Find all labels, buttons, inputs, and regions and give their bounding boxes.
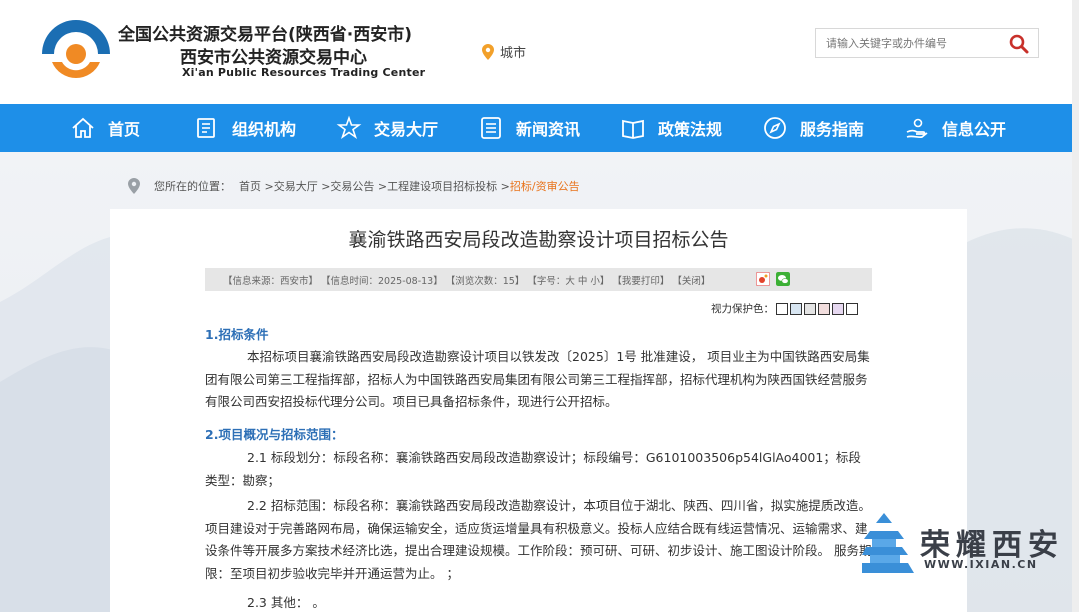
info-time: 【信息时间：2025-08-13】 [321, 275, 443, 287]
article-info-bar: 【信息来源：西安市】 【信息时间：2025-08-13】 【浏览次数：15】 【… [205, 268, 872, 291]
search-box [815, 28, 1039, 58]
search-input[interactable] [816, 29, 1006, 57]
eye-color-swatch[interactable] [818, 302, 830, 315]
eye-color-swatch[interactable] [790, 302, 802, 315]
nav-label: 政策法规 [658, 120, 723, 139]
nav-item-news[interactable]: 新闻资讯 [478, 104, 580, 152]
site-title-english: Xi'an Public Resources Trading Center [182, 66, 426, 79]
section-2-paragraph-2: 2.2 招标范围：标段名称：襄渝铁路西安局段改造勘察设计，本项目位于湖北、陕西、… [205, 495, 873, 585]
nav-item-organization[interactable]: 组织机构 [194, 104, 296, 152]
nav-item-trading-hall[interactable]: 交易大厅 [336, 104, 438, 152]
location-pin-icon [128, 178, 140, 194]
nav-item-service-guide[interactable]: 服务指南 [762, 104, 864, 152]
nav-item-policy[interactable]: 政策法规 [620, 104, 722, 152]
city-label: 城市 [500, 46, 527, 61]
main-nav: 首页 组织机构 交易大厅 新闻资讯 政策法规 服务指南 信息公开 [0, 104, 1079, 152]
paragraph-text: 本招标项目襄渝铁路西安局段改造勘察设计项目以铁发改〔2025〕1号 批准建设， … [205, 349, 870, 409]
article-title: 襄渝铁路西安局段改造勘察设计项目招标公告 [348, 229, 729, 251]
article-card: 襄渝铁路西安局段改造勘察设计项目招标公告 【信息来源：西安市】 【信息时间：20… [110, 209, 967, 612]
eye-color-swatch[interactable] [804, 302, 816, 315]
site-title-primary: 全国公共资源交易平台(陕西省·西安市) [118, 25, 412, 45]
nav-label: 交易大厅 [374, 120, 439, 139]
list-icon [481, 117, 501, 139]
section-2-paragraph-1: 2.1 标段划分：标段名称：襄渝铁路西安局段改造勘察设计；标段编号：G61010… [205, 447, 873, 492]
font-size-control[interactable]: 【字号：大 中 小】 [527, 273, 609, 287]
nav-label: 新闻资讯 [516, 120, 581, 139]
nav-label: 信息公开 [942, 120, 1007, 139]
city-selector[interactable]: 城市 [482, 42, 526, 61]
book-icon [622, 119, 644, 139]
site-logo-icon[interactable] [38, 14, 114, 86]
breadcrumb-prefix: 您所在的位置： [154, 180, 231, 193]
compass-icon [764, 117, 786, 139]
eye-color-swatch[interactable] [832, 302, 844, 315]
paragraph-text: 2.1 标段划分：标段名称：襄渝铁路西安局段改造勘察设计；标段编号：G61010… [205, 450, 861, 488]
nav-label: 服务指南 [800, 120, 865, 139]
eye-color-swatch[interactable] [776, 302, 788, 315]
section-1-paragraph: 本招标项目襄渝铁路西安局段改造勘察设计项目以铁发改〔2025〕1号 批准建设， … [205, 346, 873, 414]
section-title-2: 2.项目概况与招标范围： [205, 427, 344, 442]
paragraph-text: 2.2 招标范围：标段名称：襄渝铁路西安局段改造勘察设计，本项目位于湖北、陕西、… [205, 498, 872, 581]
paragraph-text: 2.3 其他： 。 [247, 595, 325, 610]
close-button[interactable]: 【关闭】 [672, 273, 710, 287]
home-icon [72, 117, 94, 138]
info-source: 【信息来源：西安市】 [223, 275, 319, 287]
nav-label: 首页 [108, 120, 141, 139]
eye-care-label: 视力保护色： [711, 303, 774, 315]
watermark-url: WWW.IXIAN.CN [924, 558, 1038, 571]
site-header: 全国公共资源交易平台(陕西省·西安市) 西安市公共资源交易中心 Xi'an Pu… [0, 0, 1079, 104]
document-icon [197, 118, 215, 138]
eye-care-colors: 视力保护色： [711, 301, 858, 316]
nav-label: 组织机构 [232, 120, 297, 139]
search-icon[interactable] [1008, 33, 1030, 55]
wechat-share-icon[interactable] [776, 272, 790, 286]
breadcrumb-path[interactable]: 首页 >交易大厅 >交易公告 >工程建设项目招标投标 > [239, 178, 510, 194]
star-icon [336, 115, 362, 140]
hand-icon [906, 118, 928, 139]
weibo-share-icon[interactable] [756, 272, 770, 286]
location-pin-icon [482, 43, 494, 60]
section-2-paragraph-3: 2.3 其他： 。 [205, 592, 873, 612]
page-scrollbar[interactable] [1072, 0, 1079, 612]
breadcrumb-current[interactable]: 招标/资审公告 [510, 178, 580, 194]
info-views: 【浏览次数：15】 [445, 275, 525, 287]
nav-item-info-disclosure[interactable]: 信息公开 [904, 104, 1006, 152]
section-title-1: 1.招标条件 [205, 327, 269, 342]
breadcrumb: 您所在的位置： 首页 >交易大厅 >交易公告 >工程建设项目招标投标 > 招标/… [128, 178, 580, 194]
eye-color-swatch[interactable] [846, 302, 858, 315]
print-button[interactable]: 【我要打印】 [612, 273, 669, 287]
nav-item-home[interactable]: 首页 [70, 104, 140, 152]
site-title-secondary: 西安市公共资源交易中心 [180, 48, 367, 68]
